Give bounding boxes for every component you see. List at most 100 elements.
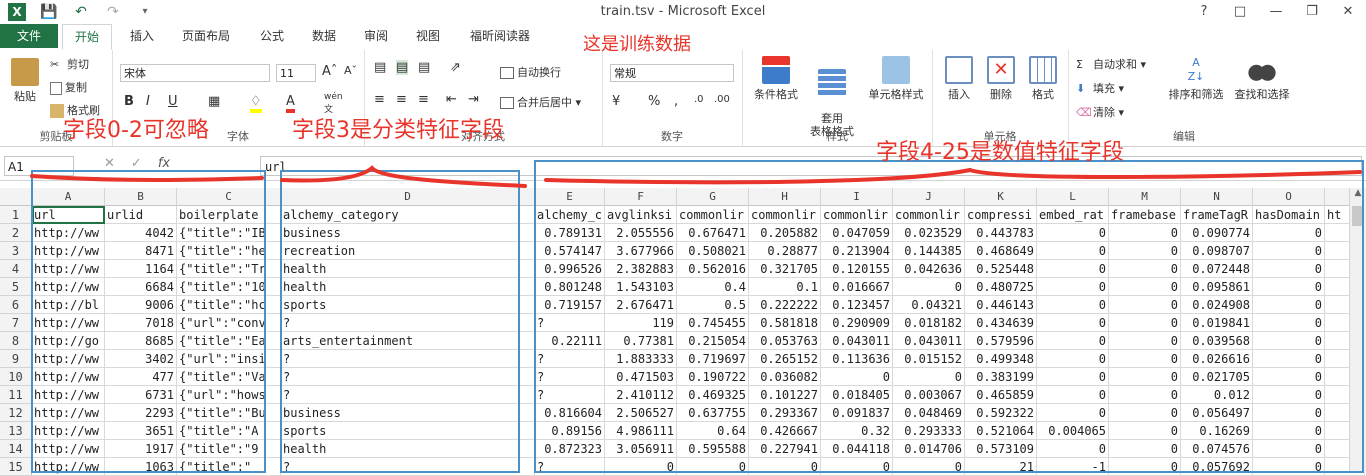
table-cell[interactable]: 0 [749, 458, 821, 476]
table-cell[interactable]: ? [281, 314, 535, 332]
table-cell[interactable]: 0.043011 [893, 332, 965, 350]
table-cell[interactable]: 0 [1253, 440, 1325, 458]
table-cell[interactable]: 7018 [105, 314, 177, 332]
table-cell[interactable]: {"url":"conv [177, 314, 281, 332]
table-cell[interactable]: 0.057692 [1181, 458, 1253, 476]
table-cell[interactable]: http://ww [32, 368, 105, 386]
row-header[interactable]: 15 [0, 458, 32, 476]
table-cell[interactable]: 0.016667 [821, 278, 893, 296]
table-cell[interactable]: 1164 [105, 260, 177, 278]
align-middle-icon[interactable]: ▤ [396, 60, 409, 75]
table-cell[interactable]: http://ww [32, 224, 105, 242]
table-cell[interactable]: 0.32 [821, 422, 893, 440]
table-cell[interactable]: 0.043011 [821, 332, 893, 350]
table-cell[interactable]: 0 [1109, 440, 1181, 458]
autosum-button[interactable]: Σ 自动求和 ▾ [1076, 56, 1146, 72]
header-cell[interactable]: avglinksi [605, 206, 677, 224]
table-cell[interactable]: 0 [1253, 278, 1325, 296]
table-cell[interactable]: ? [535, 314, 605, 332]
table-cell[interactable]: 0.023529 [893, 224, 965, 242]
copy-button[interactable]: 复制 [50, 79, 87, 95]
table-cell[interactable]: 0 [893, 458, 965, 476]
table-cell[interactable]: 0 [1037, 242, 1109, 260]
table-cell[interactable]: health [281, 260, 535, 278]
orientation-icon[interactable]: ⇗ [450, 60, 461, 75]
table-cell[interactable]: 0 [1109, 386, 1181, 404]
table-cell[interactable]: 0 [1037, 350, 1109, 368]
table-cell[interactable]: 0 [1109, 422, 1181, 440]
row-header[interactable]: 7 [0, 314, 32, 332]
header-cell[interactable]: framebase [1109, 206, 1181, 224]
table-cell[interactable]: 0 [1109, 260, 1181, 278]
row-header[interactable]: 2 [0, 224, 32, 242]
table-cell[interactable]: 0.465859 [965, 386, 1037, 404]
font-size-select[interactable]: 11 [276, 64, 316, 82]
table-cell[interactable]: 2.410112 [605, 386, 677, 404]
header-cell[interactable]: compressi [965, 206, 1037, 224]
shrink-font-icon[interactable]: Aˇ [344, 64, 357, 77]
table-cell[interactable]: 0 [1109, 404, 1181, 422]
table-cell[interactable]: health [281, 440, 535, 458]
table-cell[interactable]: 0 [1253, 296, 1325, 314]
table-cell[interactable]: http://ww [32, 278, 105, 296]
table-cell[interactable]: 0.579596 [965, 332, 1037, 350]
table-cell[interactable]: http://ww [32, 260, 105, 278]
table-cell[interactable]: ? [281, 386, 535, 404]
table-cell[interactable]: 4042 [105, 224, 177, 242]
table-cell[interactable]: 1.883333 [605, 350, 677, 368]
table-cell[interactable]: 0 [893, 278, 965, 296]
table-cell[interactable]: 0.213904 [821, 242, 893, 260]
table-cell[interactable]: {"title":"he [177, 242, 281, 260]
align-left-icon[interactable]: ≡ [374, 92, 385, 107]
table-cell[interactable]: 0.227941 [749, 440, 821, 458]
table-cell[interactable]: 0 [1109, 350, 1181, 368]
table-cell[interactable]: 0 [1253, 314, 1325, 332]
clear-button[interactable]: ⌫清除 ▾ [1076, 104, 1124, 120]
table-cell[interactable]: 1.543103 [605, 278, 677, 296]
table-cell[interactable]: 0 [893, 368, 965, 386]
table-cell[interactable]: health [281, 278, 535, 296]
table-cell[interactable]: 0.021705 [1181, 368, 1253, 386]
table-cell[interactable]: ? [535, 386, 605, 404]
table-cell[interactable]: 0 [1253, 332, 1325, 350]
sort-filter-button[interactable]: A Z↓ 排序和筛选 [1164, 56, 1228, 102]
table-cell[interactable]: 21 [965, 458, 1037, 476]
table-cell[interactable]: 0.044118 [821, 440, 893, 458]
header-cell[interactable]: url [32, 206, 105, 224]
header-cell[interactable]: urlid [105, 206, 177, 224]
table-cell[interactable]: 0.113636 [821, 350, 893, 368]
table-cell[interactable]: 0.64 [677, 422, 749, 440]
table-cell[interactable]: 0.1 [749, 278, 821, 296]
vertical-scrollbar[interactable]: ▲ [1349, 188, 1366, 473]
table-cell[interactable]: http://ww [32, 386, 105, 404]
table-cell[interactable]: -1 [1037, 458, 1109, 476]
table-cell[interactable]: {"url":"hows [177, 386, 281, 404]
table-cell[interactable]: 2.055556 [605, 224, 677, 242]
increase-decimal-icon[interactable]: .0 [694, 94, 704, 105]
table-cell[interactable]: 0 [1253, 404, 1325, 422]
table-cell[interactable]: 6731 [105, 386, 177, 404]
table-cell[interactable]: 0.22111 [535, 332, 605, 350]
table-cell[interactable]: 0.471503 [605, 368, 677, 386]
table-cell[interactable]: business [281, 224, 535, 242]
table-cell[interactable]: 6684 [105, 278, 177, 296]
table-cell[interactable]: 0.595588 [677, 440, 749, 458]
table-cell[interactable]: 0.205882 [749, 224, 821, 242]
table-cell[interactable]: 0.789131 [535, 224, 605, 242]
tab-file[interactable]: 文件 [0, 24, 58, 48]
bold-icon[interactable]: B [124, 94, 134, 109]
table-cell[interactable]: 0 [1253, 242, 1325, 260]
decrease-indent-icon[interactable]: ⇤ [446, 92, 457, 107]
table-cell[interactable]: 0.573109 [965, 440, 1037, 458]
table-cell[interactable]: 0.014706 [893, 440, 965, 458]
row-header[interactable]: 4 [0, 260, 32, 278]
table-cell[interactable]: 0 [1253, 422, 1325, 440]
table-cell[interactable]: 0.123457 [821, 296, 893, 314]
tab-formulas[interactable]: 公式 [248, 24, 296, 48]
table-cell[interactable]: business [281, 404, 535, 422]
table-cell[interactable]: 0.04321 [893, 296, 965, 314]
table-cell[interactable]: 0.446143 [965, 296, 1037, 314]
table-cell[interactable]: 0.592322 [965, 404, 1037, 422]
header-cell[interactable]: boilerplate [177, 206, 281, 224]
row-header[interactable]: 3 [0, 242, 32, 260]
